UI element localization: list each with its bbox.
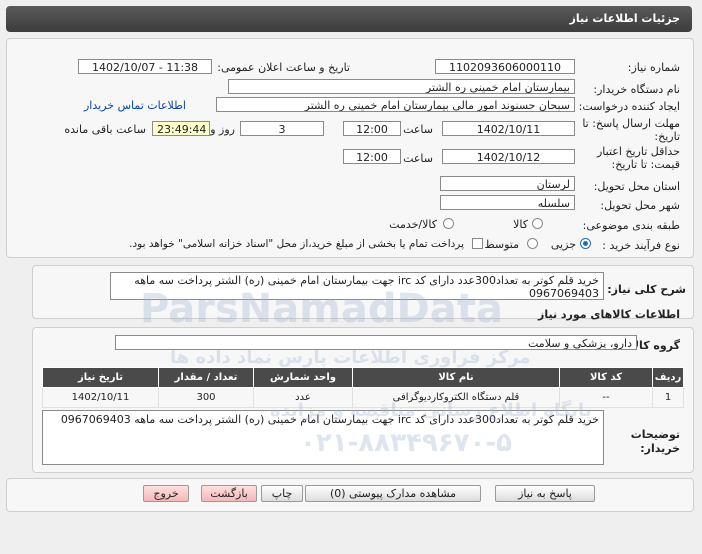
col-code: کد کالا bbox=[559, 367, 653, 388]
goods-table: ردیف کد کالا نام کالا واحد شمارش تعداد /… bbox=[42, 367, 684, 408]
col-row: ردیف bbox=[652, 367, 684, 388]
reply-days-field: 3 bbox=[240, 121, 324, 136]
buyer-notes-label-2: خریدار: bbox=[640, 442, 680, 455]
page-header: جزئیات اطلاعات نیاز bbox=[6, 6, 692, 32]
treasury-note: پرداخت تمام یا بخشی از مبلغ خرید،از محل … bbox=[129, 238, 464, 250]
validity-label-2: قیمت: تا تاریخ: bbox=[611, 158, 680, 171]
buyer-org-label: نام دستگاه خریدار: bbox=[593, 83, 680, 96]
print-button[interactable]: چاپ bbox=[261, 485, 303, 502]
process-medium-label: متوسط bbox=[484, 238, 519, 251]
validity-label: حداقل تاریخ اعتبار bbox=[596, 145, 680, 158]
reply-deadline-label: مهلت ارسال پاسخ: تا bbox=[582, 117, 680, 130]
process-minor-label: جزیی bbox=[550, 238, 576, 251]
validity-date: 1402/10/12 bbox=[442, 149, 575, 164]
reply-days-label: روز و bbox=[210, 123, 235, 136]
category-goods-radio[interactable] bbox=[532, 218, 543, 229]
row-date: 1402/10/11 bbox=[42, 387, 159, 408]
validity-time: 12:00 bbox=[343, 149, 401, 164]
buyer-notes-field: خرید قلم کوتر به تعداد300عدد دارای کد ir… bbox=[42, 410, 604, 465]
goods-section-title: اطلاعات کالاهای مورد نیاز bbox=[538, 308, 680, 321]
category-goods-service-label: کالا/خدمت bbox=[389, 218, 437, 231]
buyer-notes-label: توضیحات bbox=[630, 428, 680, 441]
requester-label: ایجاد کننده درخواست: bbox=[578, 100, 680, 113]
row-unit: عدد bbox=[253, 387, 353, 408]
validity-time-label: ساعت bbox=[403, 152, 433, 165]
province-label: استان محل تحویل: bbox=[593, 180, 680, 193]
category-goods-label: کالا bbox=[513, 218, 528, 231]
process-minor-radio[interactable] bbox=[580, 238, 591, 249]
buyer-contact-link[interactable]: اطلاعات تماس خریدار bbox=[84, 99, 186, 112]
treasury-checkbox[interactable] bbox=[472, 238, 483, 249]
row-number: 1 bbox=[652, 387, 684, 408]
attachments-button[interactable]: مشاهده مدارک پیوستی (0) bbox=[305, 485, 481, 502]
exit-button[interactable]: خروج bbox=[143, 485, 189, 502]
reply-deadline-time: 12:00 bbox=[343, 121, 401, 136]
col-name: نام کالا bbox=[352, 367, 560, 388]
col-date: تاریخ نیاز bbox=[42, 367, 159, 388]
need-number-field: 1102093606000110 bbox=[435, 59, 575, 74]
table-row: 1 -- قلم دستگاه الکتروکاردیوگرافی عدد 30… bbox=[42, 387, 684, 408]
need-number-label: شماره نیاز: bbox=[627, 61, 680, 74]
announce-datetime-field: 1402/10/07 - 11:38 bbox=[78, 59, 212, 74]
announce-datetime-label: تاریخ و ساعت اعلان عمومی: bbox=[217, 61, 350, 74]
description-field: خرید قلم کوتر به تعداد300عدد دارای کد ir… bbox=[110, 272, 604, 300]
reply-deadline-label-2: تاریخ: bbox=[654, 130, 680, 143]
goods-table-header: ردیف کد کالا نام کالا واحد شمارش تعداد /… bbox=[42, 367, 684, 388]
reply-deadline-date: 1402/10/11 bbox=[442, 121, 575, 136]
process-medium-radio[interactable] bbox=[527, 238, 538, 249]
page-title: جزئیات اطلاعات نیاز bbox=[569, 12, 681, 25]
goods-group-field: دارو، پزشکی و سلامت bbox=[115, 335, 637, 350]
col-unit: واحد شمارش bbox=[253, 367, 353, 388]
row-qty: 300 bbox=[158, 387, 254, 408]
reply-deadline-time-label: ساعت bbox=[403, 123, 433, 136]
process-label: نوع فرآیند خرید : bbox=[602, 239, 680, 252]
province-field: لرستان bbox=[440, 176, 575, 191]
buyer-org-field: بیمارستان امام خمینی ره الشتر bbox=[228, 79, 575, 94]
requester-field: سبحان حسنوند امور مالی بیمارستان امام خم… bbox=[216, 97, 575, 112]
category-goods-service-radio[interactable] bbox=[443, 218, 454, 229]
remaining-time-field: 23:49:44 bbox=[152, 121, 210, 136]
col-qty: تعداد / مقدار bbox=[158, 367, 254, 388]
remaining-time-label: ساعت باقی مانده bbox=[64, 123, 146, 136]
city-label: شهر محل تحویل: bbox=[600, 199, 680, 212]
category-label: طبقه بندی موضوعی: bbox=[582, 219, 680, 232]
description-label: شرح کلی نیاز: bbox=[607, 283, 686, 296]
reply-button[interactable]: پاسخ به نیاز bbox=[495, 485, 595, 502]
back-button[interactable]: بازگشت bbox=[201, 485, 257, 502]
row-code: -- bbox=[559, 387, 653, 408]
row-name: قلم دستگاه الکتروکاردیوگرافی bbox=[352, 387, 560, 408]
city-field: سلسله bbox=[440, 195, 575, 210]
